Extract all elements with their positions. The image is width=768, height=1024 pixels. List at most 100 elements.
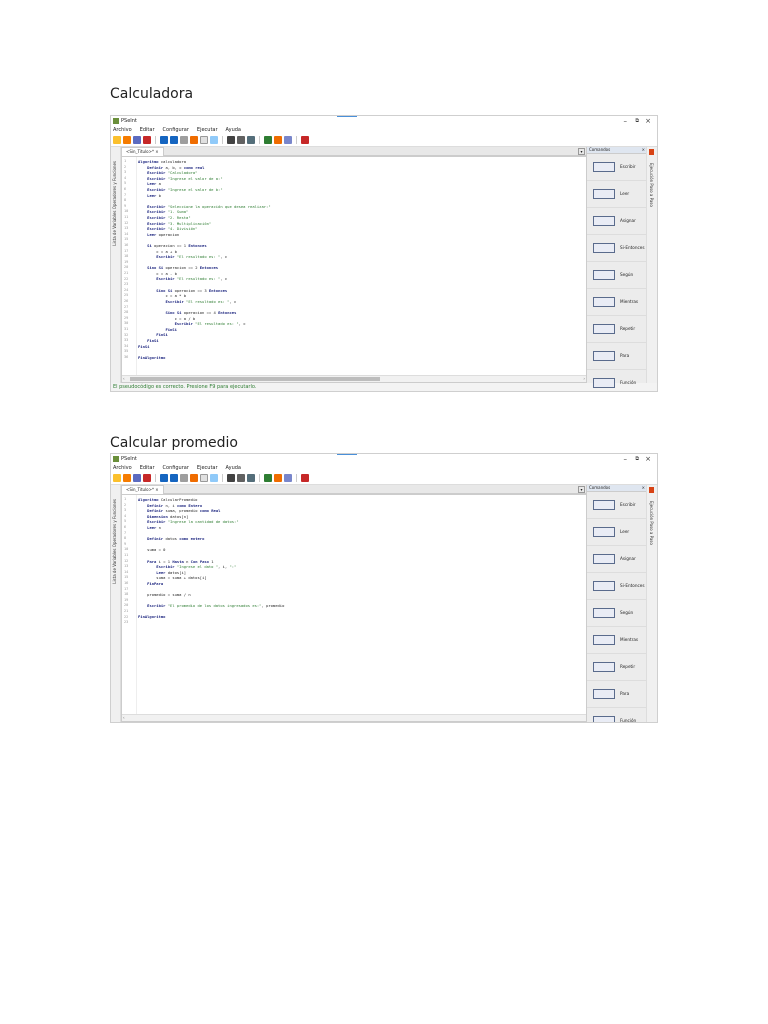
step-run-icon[interactable] xyxy=(274,474,282,482)
help-flag-icon[interactable] xyxy=(301,474,309,482)
command-button[interactable]: Para xyxy=(587,343,647,370)
undo-icon[interactable] xyxy=(160,136,168,144)
flowchart-icon[interactable] xyxy=(284,136,292,144)
code-editor[interactable]: 1 2 3 4 5 6 7 8 9 10 11 12 13 14 15 16 17 18 19 20 21 22 23 24 2… xyxy=(121,156,587,383)
save-icon[interactable] xyxy=(133,136,141,144)
help-flag-icon[interactable] xyxy=(301,136,309,144)
command-label: Leer xyxy=(620,191,630,196)
command-shape-icon xyxy=(593,581,615,591)
command-button[interactable]: Según xyxy=(587,600,647,627)
scroll-right-icon[interactable]: › xyxy=(583,376,585,382)
right-sidebar-label[interactable]: Ejecución Paso a Paso xyxy=(649,501,654,545)
menu-configurar[interactable]: Configurar xyxy=(163,126,189,134)
indent-icon[interactable] xyxy=(210,474,218,482)
paste-icon[interactable] xyxy=(200,136,208,144)
command-button[interactable]: Según xyxy=(587,262,647,289)
command-button[interactable]: Mientras xyxy=(587,289,647,316)
menu-ejecutar[interactable]: Ejecutar xyxy=(197,464,218,472)
horizontal-scrollbar[interactable]: ‹ › xyxy=(122,375,586,382)
command-button[interactable]: Asignar xyxy=(587,208,647,235)
restore-icon[interactable]: ⧉ xyxy=(635,454,639,464)
flag-icon[interactable] xyxy=(649,149,654,155)
command-shape-icon xyxy=(593,527,615,537)
scroll-left-icon[interactable]: ‹ xyxy=(123,715,125,721)
restore-icon[interactable]: ⧉ xyxy=(635,116,639,126)
menu-editar[interactable]: Editar xyxy=(140,464,155,472)
search-prev-icon[interactable] xyxy=(237,136,245,144)
command-shape-icon xyxy=(593,243,615,253)
run-icon[interactable] xyxy=(264,474,272,482)
new-file-icon[interactable] xyxy=(113,136,121,144)
flag-icon[interactable] xyxy=(649,487,654,493)
copy-icon[interactable] xyxy=(190,474,198,482)
commands-panel: Comandos × Escribir Leer Asignar Si-Entonce… xyxy=(586,147,647,388)
redo-icon[interactable] xyxy=(170,474,178,482)
open-folder-icon[interactable] xyxy=(123,474,131,482)
flowchart-icon[interactable] xyxy=(284,474,292,482)
title-bar: PSeInt – ⧉ × xyxy=(111,454,657,464)
left-sidebar-label[interactable]: Lista de Variables Operadores y Funcione… xyxy=(112,499,117,584)
run-icon[interactable] xyxy=(264,136,272,144)
command-shape-icon xyxy=(593,500,615,510)
command-button[interactable]: Escribir xyxy=(587,492,647,519)
editor-tab-label: <Sin_Titulo>* xyxy=(126,149,154,154)
menu-editar[interactable]: Editar xyxy=(140,126,155,134)
save-icon[interactable] xyxy=(133,474,141,482)
code-line[interactable] xyxy=(138,620,586,626)
command-label: Leer xyxy=(620,529,630,534)
right-sidebar: Ejecución Paso a Paso xyxy=(646,485,657,722)
tab-dropdown-icon[interactable]: ▾ xyxy=(578,148,585,155)
command-button[interactable]: Para xyxy=(587,681,647,708)
command-button[interactable]: Repetir xyxy=(587,316,647,343)
command-button[interactable]: Escribir xyxy=(587,154,647,181)
search-prev-icon[interactable] xyxy=(237,474,245,482)
step-run-icon[interactable] xyxy=(274,136,282,144)
command-button[interactable]: Leer xyxy=(587,181,647,208)
right-sidebar-label[interactable]: Ejecución Paso a Paso xyxy=(649,163,654,207)
close-icon[interactable]: × xyxy=(645,116,651,126)
code-line[interactable]: FinAlgoritmo xyxy=(138,355,586,361)
menu-ayuda[interactable]: Ayuda xyxy=(226,126,241,134)
horizontal-scrollbar[interactable]: ‹ xyxy=(122,714,586,721)
indent-icon[interactable] xyxy=(210,136,218,144)
command-button[interactable]: Asignar xyxy=(587,546,647,573)
command-button[interactable]: Función xyxy=(587,708,647,722)
search-next-icon[interactable] xyxy=(247,136,255,144)
minimize-icon[interactable]: – xyxy=(624,116,628,126)
save-as-icon[interactable] xyxy=(143,136,151,144)
close-panel-icon[interactable]: × xyxy=(642,485,645,491)
command-button[interactable]: Repetir xyxy=(587,654,647,681)
copy-icon[interactable] xyxy=(190,136,198,144)
menu-ayuda[interactable]: Ayuda xyxy=(226,464,241,472)
menu-ejecutar[interactable]: Ejecutar xyxy=(197,126,218,134)
scroll-left-icon[interactable]: ‹ xyxy=(123,376,125,382)
minimize-icon[interactable]: – xyxy=(624,454,628,464)
command-button[interactable]: Leer xyxy=(587,519,647,546)
command-button[interactable]: Si-Entonces xyxy=(587,573,647,600)
paste-icon[interactable] xyxy=(200,474,208,482)
close-panel-icon[interactable]: × xyxy=(642,147,645,153)
search-icon[interactable] xyxy=(227,474,235,482)
code-editor[interactable]: 1 2 3 4 5 6 7 8 9 10 11 12 13 14 15 16 17 18 19 20 21 22 23 Al… xyxy=(121,494,587,722)
menu-archivo[interactable]: Archivo xyxy=(113,464,132,472)
cut-icon[interactable] xyxy=(180,136,188,144)
close-icon[interactable]: × xyxy=(645,454,651,464)
cut-icon[interactable] xyxy=(180,474,188,482)
menu-archivo[interactable]: Archivo xyxy=(113,126,132,134)
tab-dropdown-icon[interactable]: ▾ xyxy=(578,486,585,493)
command-button[interactable]: Mientras xyxy=(587,627,647,654)
command-button[interactable]: Función xyxy=(587,370,647,391)
scrollbar-thumb[interactable] xyxy=(130,377,380,381)
search-next-icon[interactable] xyxy=(247,474,255,482)
editor-tab[interactable]: <Sin_Titulo>* × xyxy=(121,147,164,156)
editor-tab[interactable]: <Sin_Titulo>* × xyxy=(121,485,164,494)
command-button[interactable]: Si-Entonces xyxy=(587,235,647,262)
redo-icon[interactable] xyxy=(170,136,178,144)
undo-icon[interactable] xyxy=(160,474,168,482)
menu-configurar[interactable]: Configurar xyxy=(163,464,189,472)
search-icon[interactable] xyxy=(227,136,235,144)
save-as-icon[interactable] xyxy=(143,474,151,482)
left-sidebar-label[interactable]: Lista de Variables Operadores y Funcione… xyxy=(112,161,117,246)
new-file-icon[interactable] xyxy=(113,474,121,482)
open-folder-icon[interactable] xyxy=(123,136,131,144)
